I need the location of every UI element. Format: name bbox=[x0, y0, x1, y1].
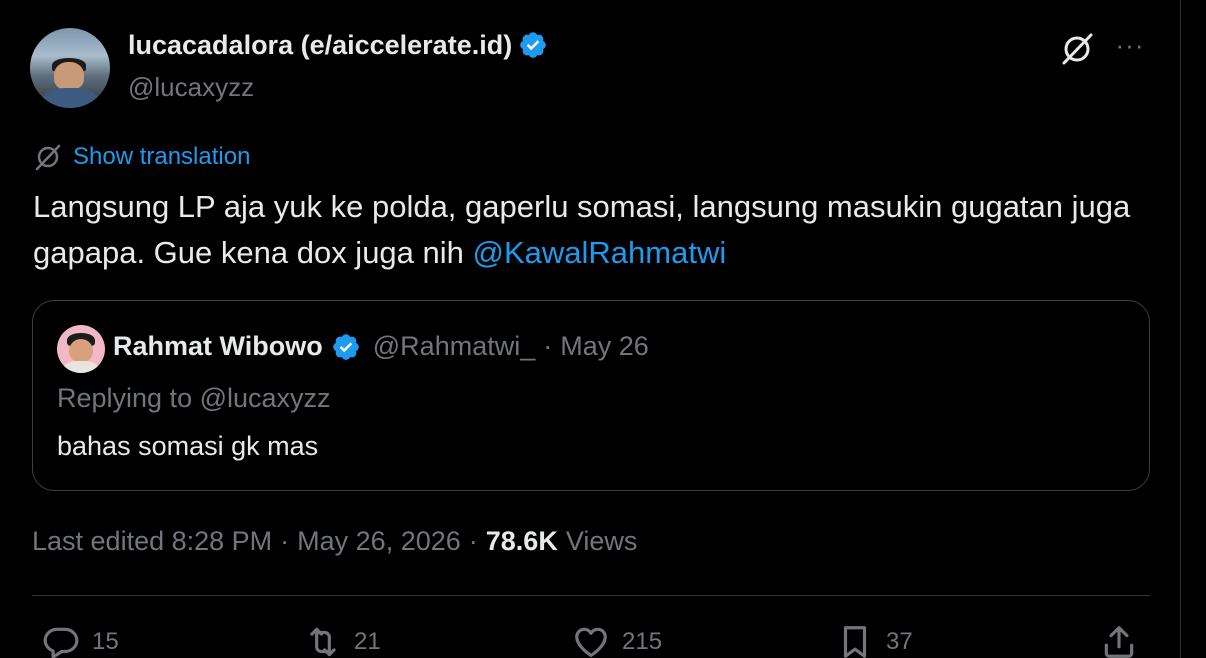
more-options-button[interactable]: ··· bbox=[1112, 30, 1148, 64]
grok-icon bbox=[1062, 33, 1093, 65]
author-name-text[interactable]: lucacadalora (e/aiccelerate.id) bbox=[128, 30, 512, 60]
grok-button[interactable] bbox=[1058, 30, 1096, 68]
author-display-name[interactable]: lucacadalora (e/aiccelerate.id) bbox=[128, 30, 548, 61]
quoted-avatar[interactable] bbox=[57, 325, 105, 373]
author-avatar[interactable] bbox=[30, 28, 110, 108]
verified-badge-icon[interactable] bbox=[331, 332, 361, 362]
like-count: 215 bbox=[622, 628, 663, 655]
verified-badge-icon[interactable] bbox=[518, 30, 548, 60]
replying-handle[interactable]: @lucaxyzz bbox=[200, 383, 331, 413]
bookmark-button[interactable]: 37 bbox=[836, 622, 913, 658]
mention-link[interactable]: @KawalRahmatwi bbox=[473, 235, 727, 270]
views-count: 78.6K bbox=[485, 526, 558, 556]
heart-icon bbox=[575, 627, 607, 658]
retweet-button[interactable]: 21 bbox=[304, 622, 381, 658]
separator-dot: · bbox=[468, 526, 478, 556]
column-border bbox=[1180, 0, 1181, 658]
quoted-tweet[interactable]: Rahmat Wibowo @Rahmatwi_ · May 26 Replyi… bbox=[32, 300, 1150, 491]
translate-icon bbox=[35, 144, 61, 171]
quoted-handle[interactable]: @Rahmatwi_ bbox=[373, 331, 535, 362]
replying-prefix: Replying to bbox=[57, 383, 200, 413]
reply-button[interactable]: 15 bbox=[42, 622, 119, 658]
replying-to: Replying to @lucaxyzz bbox=[57, 383, 331, 414]
quoted-display-name[interactable]: Rahmat Wibowo bbox=[113, 331, 323, 362]
quoted-date[interactable]: May 26 bbox=[560, 331, 649, 362]
tweet-text: Langsung LP aja yuk ke polda, gaperlu so… bbox=[33, 184, 1143, 276]
share-icon bbox=[1104, 626, 1134, 658]
like-button[interactable]: 215 bbox=[572, 622, 662, 658]
retweet-icon bbox=[310, 627, 336, 657]
quoted-text: bahas somasi gk mas bbox=[57, 431, 319, 461]
divider bbox=[32, 595, 1150, 596]
author-handle[interactable]: @lucaxyzz bbox=[128, 72, 254, 103]
bookmark-count: 37 bbox=[886, 628, 913, 655]
tweet-date[interactable]: May 26, 2026 bbox=[297, 526, 461, 557]
edited-time[interactable]: Last edited 8:28 PM bbox=[32, 526, 272, 557]
bookmark-icon bbox=[843, 626, 867, 658]
reply-count: 15 bbox=[92, 628, 119, 655]
tweet-meta: Last edited 8:28 PM · May 26, 2026 · 78.… bbox=[32, 526, 637, 557]
show-translation-label[interactable]: Show translation bbox=[73, 143, 250, 171]
reply-icon bbox=[43, 627, 79, 658]
more-options-icon: ··· bbox=[1115, 30, 1145, 60]
separator-dot: · bbox=[280, 526, 290, 556]
show-translation-link[interactable]: Show translation bbox=[33, 140, 250, 174]
share-button[interactable] bbox=[1100, 622, 1138, 658]
separator-dot: · bbox=[543, 331, 553, 361]
quoted-header: Rahmat Wibowo @Rahmatwi_ · May 26 bbox=[113, 331, 649, 362]
retweet-count: 21 bbox=[354, 628, 381, 655]
views-label: Views bbox=[565, 526, 638, 556]
